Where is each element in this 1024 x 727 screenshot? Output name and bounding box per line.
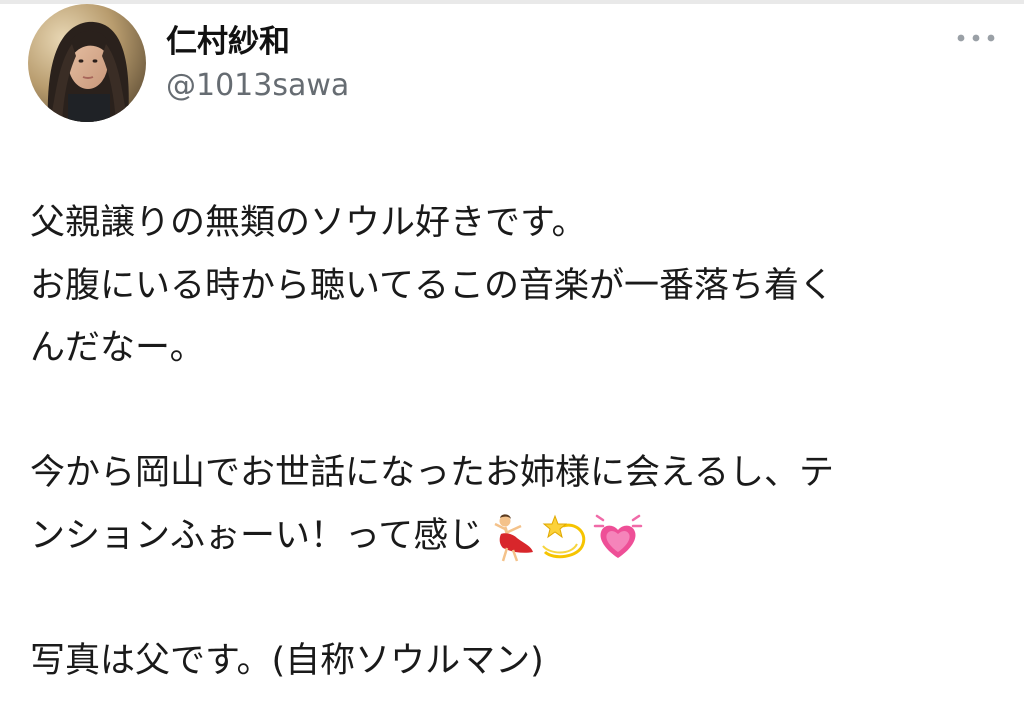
- tweet-line-with-emoji: ンションふぉーい！って感じ: [30, 505, 1010, 568]
- dancer-emoji: [487, 512, 535, 562]
- tweet-line: 今から岡山でお世話になったお姉様に会えるし、テ: [30, 453, 834, 493]
- avatar[interactable]: [28, 4, 146, 122]
- dizzy-star-emoji: [539, 512, 589, 562]
- tweet-line: お腹にいる時から聴いてるこの音楽が一番落ち着く: [30, 265, 834, 306]
- tweet-line: 父親譲りの無類のソウル好きです。: [30, 203, 587, 243]
- tweet-line-text: ンションふぉーい！って感じ: [30, 515, 484, 556]
- tweet-card: 仁村紗和 @1013sawa 父親譲りの無類のソウル好きです。 お腹にいる時から…: [0, 0, 1024, 727]
- tweet-line: 写真は父です。(自称ソウルマン): [30, 640, 544, 681]
- tweet-header: 仁村紗和 @1013sawa: [0, 0, 1024, 130]
- tweet-text: 父親譲りの無類のソウル好きです。 お腹にいる時から聴いてるこの音楽が一番落ち着く…: [30, 192, 1010, 692]
- tweet-line: んだなー。: [30, 328, 205, 368]
- more-horizontal-icon: [956, 33, 996, 43]
- more-options-button[interactable]: [948, 18, 1004, 58]
- display-name[interactable]: 仁村紗和: [166, 16, 290, 61]
- user-handle[interactable]: @1013sawa: [166, 68, 349, 103]
- growing-heart-emoji: [593, 512, 643, 562]
